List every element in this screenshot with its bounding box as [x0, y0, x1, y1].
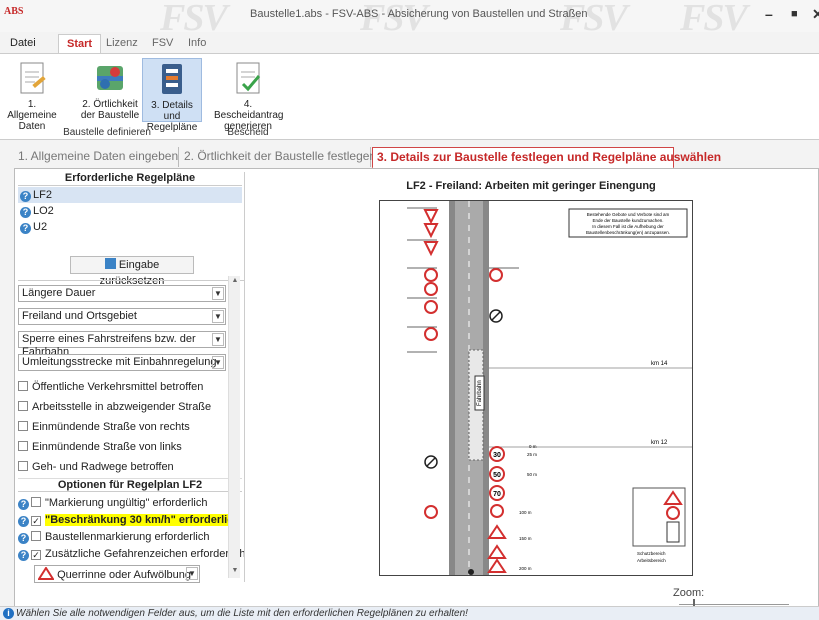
- checkbox-branching-road[interactable]: Arbeitsstelle in abzweigender Straße: [18, 399, 211, 415]
- group-label: Bescheid: [227, 127, 269, 138]
- plan-title: LF2 - Freiland: Arbeiten mit geringer Ei…: [406, 180, 656, 192]
- oertlichkeit-button[interactable]: 2. Örtlichkeit der Baustelle: [80, 58, 140, 121]
- list-item[interactable]: ? U2: [18, 219, 242, 235]
- map-pin-icon: [93, 60, 127, 96]
- ribbon: 1. Allgemeine Daten 2. Örtlichkeit der B…: [0, 53, 819, 140]
- help-icon: ?: [18, 550, 29, 561]
- document-edit-icon: [15, 60, 49, 96]
- list-details-icon: [155, 61, 189, 97]
- distance-label: 200 m: [519, 566, 532, 571]
- checkbox-public-transport[interactable]: Öffentliche Verkehrsmittel betroffen: [18, 379, 203, 395]
- speed-sign-label: 70: [493, 491, 501, 498]
- minimize-icon[interactable]: –: [765, 6, 773, 22]
- button-label: 2. Örtlichkeit der Baustelle: [80, 99, 140, 121]
- tab-datei[interactable]: Datei: [10, 37, 36, 49]
- notice-line: Bestehende Gebote und Verbote sind am: [587, 212, 670, 217]
- tab-start[interactable]: Start: [58, 34, 102, 54]
- notice-line: Baustellenbeschränkung(en) anzupassen.: [586, 230, 670, 235]
- bescheidantrag-button[interactable]: 4. Bescheidantrag generieren: [214, 58, 284, 132]
- chevron-down-icon[interactable]: ▼: [212, 356, 224, 369]
- left-scrollbar[interactable]: ▲ ▼: [228, 276, 240, 578]
- app-logo: ABS: [4, 6, 24, 17]
- distance-label: 25 m: [527, 452, 537, 457]
- scroll-down-icon[interactable]: ▼: [229, 567, 241, 577]
- scroll-up-icon[interactable]: ▲: [229, 277, 241, 287]
- window-title: Baustelle1.abs - FSV-ABS - Absicherung v…: [250, 8, 588, 20]
- checkbox-walkways[interactable]: Geh- und Radwege betroffen: [18, 459, 174, 475]
- tab-info[interactable]: Info: [188, 37, 206, 49]
- option-30kmh[interactable]: ? ✓ "Beschränkung 30 km/h" erforderlich: [18, 512, 241, 528]
- chevron-down-icon[interactable]: ▼: [186, 567, 198, 580]
- area-select[interactable]: Freiland und Ortsgebiet ▼: [18, 308, 226, 325]
- status-bar: i Wählen Sie alle notwendigen Felder aus…: [0, 606, 819, 620]
- list-item[interactable]: ? LO2: [18, 203, 242, 219]
- hazard-select[interactable]: Querrinne oder Aufwölbung ▼: [34, 565, 200, 583]
- tab-step-2[interactable]: 2. Örtlichkeit der Baustelle festlegen: [180, 147, 376, 167]
- regelplan-drawing: Fahrbahn km 14 km 12 Bestehende Gebote u…: [379, 200, 693, 576]
- options-header: Optionen für Regelplan LF2: [18, 478, 242, 492]
- checkbox-junction-right[interactable]: Einmündende Straße von rechts: [18, 419, 190, 435]
- plan-panel: LF2 - Freiland: Arbeiten mit geringer Ei…: [244, 172, 816, 582]
- filter-panel: Längere Dauer ▼ Freiland und Ortsgebiet ▼ …: [18, 280, 246, 583]
- ribbon-tabs: Datei Start Lizenz FSV Info: [0, 32, 819, 54]
- notice-line: Ende der Baustelle kundzumachen.: [592, 218, 663, 223]
- km-label: km 12: [651, 440, 668, 446]
- option-gefahrenzeichen[interactable]: ? ✓ Zusätzliche Gefahrenzeichen erforderli…: [18, 546, 246, 562]
- details-regelplaene-button[interactable]: 3. Details und Regelpläne: [142, 58, 202, 133]
- help-icon: ?: [20, 191, 31, 202]
- duration-select[interactable]: Längere Dauer ▼: [18, 285, 226, 302]
- tab-step-3[interactable]: 3. Details zur Baustelle festlegen und R…: [372, 147, 721, 169]
- distance-label: 150 m: [519, 536, 532, 541]
- zoom-slider[interactable]: [679, 599, 789, 609]
- distance-label: 100 m: [519, 510, 532, 515]
- reset-button[interactable]: Eingabe zurücksetzen: [70, 256, 194, 287]
- warning-triangle-icon: [37, 566, 55, 580]
- title-bar: FSV FSV FSV FSV ABS Baustelle1.abs - FSV…: [0, 0, 819, 32]
- speed-sign-label: 50: [493, 472, 501, 479]
- notice-line: In diesem Fall ist die Aufhebung der: [592, 224, 664, 229]
- chevron-down-icon[interactable]: ▼: [212, 333, 224, 346]
- closure-select[interactable]: Sperre eines Fahrstreifens bzw. der Fahr…: [18, 331, 226, 358]
- checkbox-junction-left[interactable]: Einmündende Straße von links: [18, 439, 182, 455]
- tab-step-1[interactable]: 1. Allgemeine Daten eingeben: [14, 147, 179, 167]
- info-icon: i: [3, 608, 14, 619]
- speed-sign-label: 30: [493, 452, 501, 459]
- allgemeine-daten-button[interactable]: 1. Allgemeine Daten: [2, 58, 62, 132]
- zoom-label: Zoom:: [673, 587, 705, 599]
- option-markierung[interactable]: ? "Markierung ungültig" erforderlich: [18, 495, 208, 511]
- chevron-down-icon[interactable]: ▼: [212, 287, 224, 300]
- help-icon: ?: [20, 223, 31, 234]
- plans-list: ? LF2 ? LO2 ? U2: [18, 187, 242, 247]
- group-label: Baustelle definieren: [63, 127, 151, 138]
- km-label: km 14: [651, 361, 668, 367]
- distance-label: 0 m: [529, 444, 537, 449]
- status-text: Wählen Sie alle notwendigen Felder aus, …: [16, 608, 468, 619]
- watermark: FSV: [680, 0, 748, 32]
- help-icon: ?: [18, 499, 29, 510]
- distance-label: 50 m: [527, 472, 537, 477]
- help-icon: ?: [18, 533, 29, 544]
- left-panel: Erforderliche Regelpläne ? LF2 ? LO2 ? U2 E…: [18, 172, 246, 583]
- legend-item: Arbeitsbereich: [637, 558, 666, 563]
- watermark: FSV: [160, 0, 228, 32]
- list-item[interactable]: ? LF2: [18, 187, 242, 203]
- maximize-icon[interactable]: ■: [791, 8, 798, 20]
- document-check-icon: [231, 60, 265, 96]
- legend-item: Schutzbereich: [637, 551, 666, 556]
- tab-lizenz[interactable]: Lizenz: [106, 37, 138, 49]
- detour-select[interactable]: Umleitungsstrecke mit Einbahnregelung ▼: [18, 354, 226, 371]
- chevron-down-icon[interactable]: ▼: [212, 310, 224, 323]
- option-baustellenmarkierung[interactable]: ? Baustellenmarkierung erforderlich: [18, 529, 209, 545]
- plans-header: Erforderliche Regelpläne: [18, 172, 242, 186]
- barrier-label: Fahrbahn: [477, 380, 483, 406]
- help-icon: ?: [18, 516, 29, 527]
- reset-icon: [104, 258, 116, 269]
- close-icon[interactable]: ✕: [812, 6, 819, 23]
- help-icon: ?: [20, 207, 31, 218]
- tab-fsv[interactable]: FSV: [152, 37, 173, 49]
